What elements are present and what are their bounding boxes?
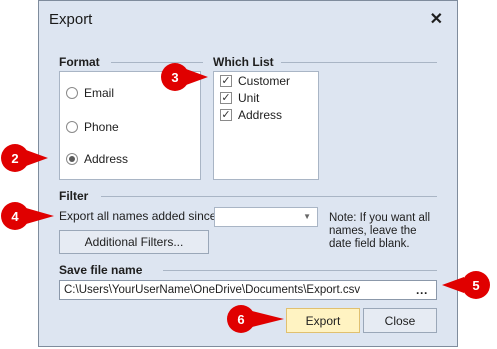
phone-radio[interactable] <box>66 121 78 133</box>
customer-label: Customer <box>238 74 291 88</box>
callout-2-label: 2 <box>11 150 19 166</box>
unit-label: Unit <box>238 91 260 105</box>
address-radio[interactable] <box>66 153 78 165</box>
format-option-phone[interactable]: Phone <box>66 120 119 134</box>
filter-heading: Filter <box>59 189 89 203</box>
callout-3-label: 3 <box>171 69 179 85</box>
callout-5: 5 <box>440 270 492 300</box>
email-radio[interactable] <box>66 87 78 99</box>
date-combo[interactable]: ▼ <box>214 207 318 227</box>
save-file-heading: Save file name <box>59 263 143 277</box>
list-item-address[interactable]: ✓ Address <box>220 108 282 122</box>
unit-checkbox[interactable]: ✓ <box>220 92 232 104</box>
filter-note-line: date field blank. <box>329 238 410 250</box>
callout-4: 4 <box>0 201 56 231</box>
callout-4-label: 4 <box>11 208 19 224</box>
which-list-group: ✓ Customer ✓ Unit ✓ Address <box>213 71 319 180</box>
save-path-value: C:\Users\YourUserName\OneDrive\Documents… <box>64 284 361 296</box>
chevron-down-icon[interactable]: ▼ <box>303 212 311 221</box>
save-path-field[interactable]: C:\Users\YourUserName\OneDrive\Documents… <box>59 280 437 300</box>
list-item-customer[interactable]: ✓ Customer <box>220 74 290 88</box>
save-file-divider <box>163 270 437 271</box>
format-option-address[interactable]: Address <box>66 152 128 166</box>
list-item-unit[interactable]: ✓ Unit <box>220 91 259 105</box>
filter-note: Note: If you want all names, leave the d… <box>329 212 430 251</box>
close-icon[interactable]: ✕ <box>430 9 443 29</box>
address-checkbox[interactable]: ✓ <box>220 109 232 121</box>
address-label: Address <box>84 152 129 166</box>
since-label: Export all names added since <box>59 209 217 223</box>
filter-note-line: Note: If you want all <box>329 212 430 224</box>
callout-5-label: 5 <box>472 277 480 293</box>
callout-2: 2 <box>0 143 50 173</box>
close-button[interactable]: Close <box>363 308 437 333</box>
dialog-title: Export <box>49 11 93 28</box>
callout-6-label: 6 <box>237 311 245 327</box>
which-list-divider <box>281 62 437 63</box>
callout-3: 3 <box>160 62 210 92</box>
address-list-label: Address <box>238 108 283 122</box>
additional-filters-button[interactable]: Additional Filters... <box>59 230 209 254</box>
which-list-heading: Which List <box>213 55 274 69</box>
title-bar: Export ✕ <box>39 1 457 39</box>
callout-6: 6 <box>226 304 286 334</box>
export-button[interactable]: Export <box>286 308 360 333</box>
customer-checkbox[interactable]: ✓ <box>220 75 232 87</box>
phone-label: Phone <box>84 120 119 134</box>
filter-divider <box>101 196 437 197</box>
format-option-email[interactable]: Email <box>66 86 114 100</box>
filter-note-line: names, leave the <box>329 225 417 237</box>
browse-icon[interactable]: ··· <box>416 286 428 299</box>
email-label: Email <box>84 86 115 100</box>
format-heading: Format <box>59 55 100 69</box>
export-dialog: Export ✕ Format Email Phone Address Whic… <box>38 0 458 347</box>
